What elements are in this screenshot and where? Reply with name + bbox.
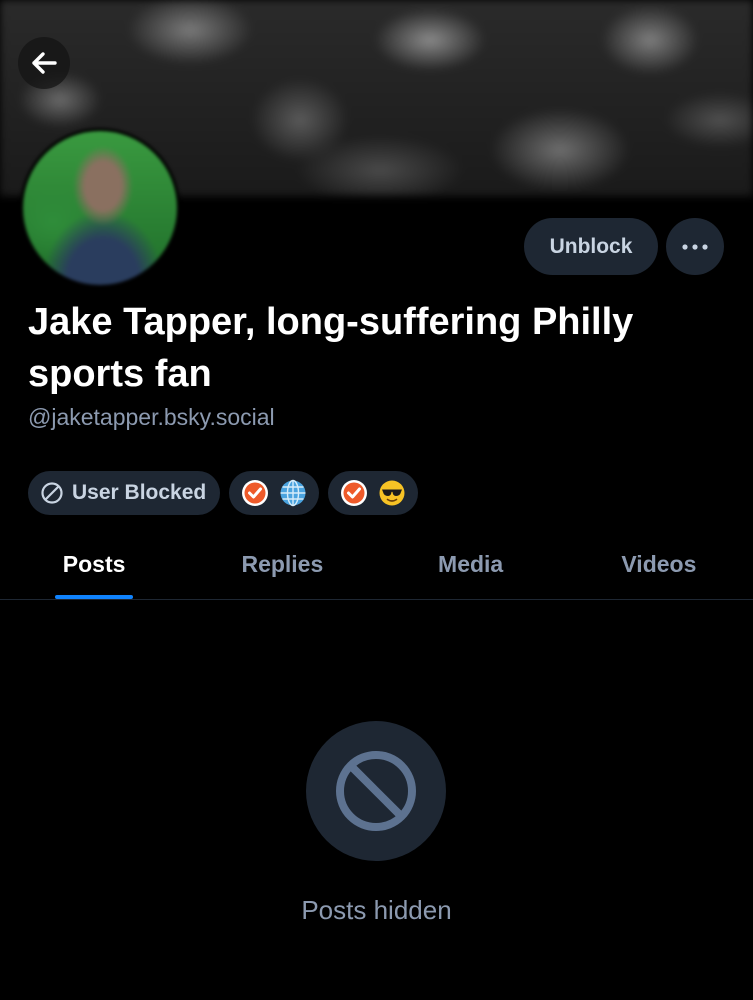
tab-posts[interactable]: Posts	[0, 530, 188, 599]
profile-handle: @jaketapper.bsky.social	[28, 404, 275, 430]
user-blocked-badge: User Blocked	[28, 471, 221, 515]
profile-tabs: Posts Replies Media Videos	[0, 530, 753, 600]
check-shield-icon	[341, 480, 368, 506]
more-options-button[interactable]	[666, 218, 724, 275]
block-icon	[336, 751, 416, 831]
tab-videos[interactable]: Videos	[565, 530, 753, 599]
tab-replies-label: Replies	[241, 551, 324, 577]
tab-media[interactable]: Media	[377, 530, 565, 599]
back-button[interactable]	[18, 37, 70, 89]
tab-posts-label: Posts	[62, 551, 126, 577]
profile-labels-row: User Blocked	[28, 471, 419, 515]
unblock-button[interactable]: Unblock	[524, 218, 658, 275]
posts-hidden-message: Posts hidden	[301, 895, 452, 925]
user-blocked-label: User Blocked	[72, 481, 207, 504]
globe-icon	[280, 479, 306, 507]
tab-replies[interactable]: Replies	[188, 530, 376, 599]
ellipsis-icon	[682, 243, 708, 250]
display-name: Jake Tapper, long-suffering Philly sport…	[28, 301, 634, 395]
arrow-left-icon	[32, 52, 57, 74]
block-icon	[41, 482, 63, 504]
avatar[interactable]	[20, 128, 180, 288]
posts-hidden-icon-circle	[306, 721, 446, 861]
sunglasses-icon	[379, 480, 405, 506]
tab-media-label: Media	[438, 551, 504, 577]
tab-videos-label: Videos	[621, 551, 697, 577]
moderation-label-badge[interactable]	[229, 471, 320, 515]
active-tab-indicator	[55, 595, 134, 599]
check-shield-icon	[242, 480, 269, 506]
moderation-label-badge[interactable]	[328, 471, 419, 515]
